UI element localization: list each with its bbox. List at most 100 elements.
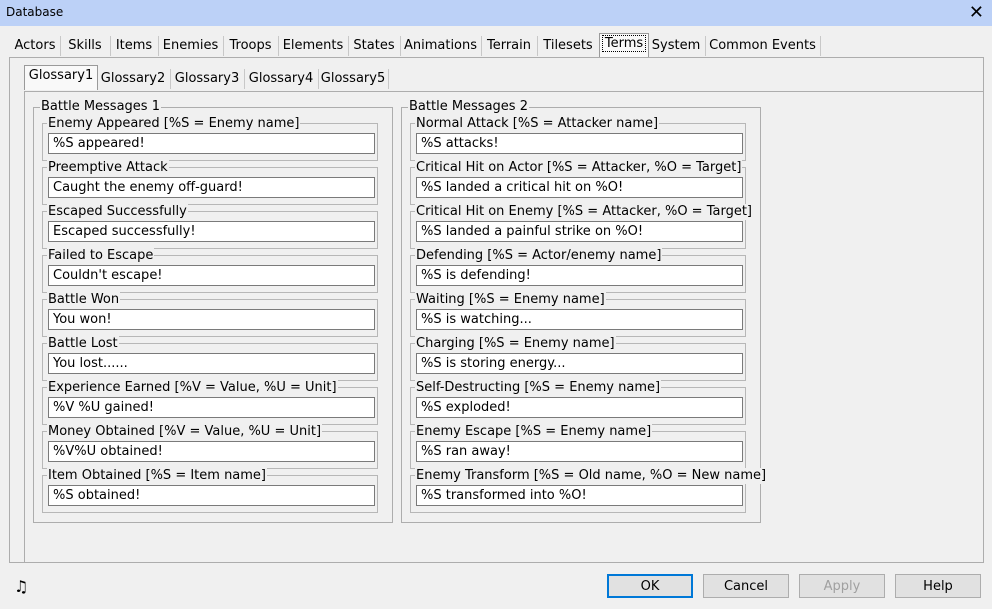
message-field: Money Obtained [%V = Value, %U = Unit] [42, 424, 378, 469]
message-field: Waiting [%S = Enemy name] [410, 292, 746, 337]
message-input[interactable] [48, 221, 375, 242]
tab-glossary5[interactable]: Glossary5 [318, 69, 389, 89]
tab-items[interactable]: Items [110, 36, 159, 56]
tab-label: Animations [403, 38, 478, 53]
tab-label: Glossary3 [174, 71, 240, 86]
field-label: Battle Won [47, 292, 121, 308]
tab-label: Skills [68, 38, 102, 53]
field-label: Failed to Escape [47, 248, 155, 264]
tab-label: Tilesets [543, 38, 593, 53]
message-input[interactable] [416, 221, 743, 242]
group-title: Battle Messages 2 [408, 99, 529, 115]
message-field: Critical Hit on Actor [%S = Attacker, %O… [410, 160, 746, 205]
battle-messages-1-group: Battle Messages 1 Enemy Appeared [%S = E… [33, 99, 393, 523]
message-input[interactable] [48, 133, 375, 154]
field-label: Self-Destructing [%S = Enemy name] [415, 380, 662, 396]
message-field: Enemy Appeared [%S = Enemy name] [42, 116, 378, 161]
message-input[interactable] [416, 265, 743, 286]
tab-label: Enemies [162, 38, 219, 53]
field-label: Item Obtained [%S = Item name] [47, 468, 268, 484]
battle-messages-2-group: Battle Messages 2 Normal Attack [%S = At… [401, 99, 768, 523]
music-note-icon[interactable]: ♫ [14, 577, 28, 596]
tab-glossary4[interactable]: Glossary4 [244, 69, 319, 89]
tab-troops[interactable]: Troops [223, 36, 279, 56]
tab-label: Terrain [486, 38, 531, 53]
tab-label: Troops [229, 38, 272, 53]
field-label: Critical Hit on Actor [%S = Attacker, %O… [415, 160, 743, 176]
close-icon[interactable]: ✕ [969, 2, 984, 23]
field-label: Battle Lost [47, 336, 119, 352]
field-label: Escaped Successfully [47, 204, 188, 220]
tab-terrain[interactable]: Terrain [481, 36, 538, 56]
message-input[interactable] [48, 397, 375, 418]
field-label: Experience Earned [%V = Value, %U = Unit… [47, 380, 338, 396]
tab-terms[interactable]: Terms [599, 33, 649, 57]
message-input[interactable] [416, 441, 743, 462]
field-label: Charging [%S = Enemy name] [415, 336, 616, 352]
help-button[interactable]: Help [895, 574, 981, 598]
message-input[interactable] [416, 397, 743, 418]
message-input[interactable] [48, 441, 375, 462]
tab-label: Glossary4 [248, 71, 314, 86]
field-label: Enemy Transform [%S = Old name, %O = New… [415, 468, 768, 484]
apply-button[interactable]: Apply [799, 574, 885, 598]
message-input[interactable] [48, 353, 375, 374]
tab-animations[interactable]: Animations [400, 36, 482, 56]
tab-label: Terms [601, 35, 647, 52]
message-input[interactable] [416, 133, 743, 154]
message-input[interactable] [48, 309, 375, 330]
tab-states[interactable]: States [348, 36, 401, 56]
message-field: Enemy Transform [%S = Old name, %O = New… [410, 468, 768, 513]
field-label: Normal Attack [%S = Attacker name] [415, 116, 660, 132]
tab-common-events[interactable]: Common Events [705, 36, 821, 56]
glossary-panel: Battle Messages 1 Enemy Appeared [%S = E… [24, 91, 984, 562]
ok-button[interactable]: OK [607, 574, 693, 598]
terms-panel: Glossary1 Glossary2 Glossary3 Glossary4 Glos… [9, 57, 984, 563]
message-field: Preemptive Attack [42, 160, 378, 205]
field-label: Preemptive Attack [47, 160, 169, 176]
field-label: Critical Hit on Enemy [%S = Attacker, %O… [415, 204, 753, 220]
message-field: Battle Lost [42, 336, 378, 381]
message-input[interactable] [416, 177, 743, 198]
message-field: Self-Destructing [%S = Enemy name] [410, 380, 746, 425]
tab-label: Glossary5 [320, 71, 386, 86]
cancel-button[interactable]: Cancel [703, 574, 789, 598]
message-field: Normal Attack [%S = Attacker name] [410, 116, 746, 161]
message-field: Escaped Successfully [42, 204, 378, 249]
tab-system[interactable]: System [647, 36, 706, 56]
message-field: Item Obtained [%S = Item name] [42, 468, 378, 513]
message-field: Experience Earned [%V = Value, %U = Unit… [42, 380, 378, 425]
message-field: Charging [%S = Enemy name] [410, 336, 746, 381]
message-field: Defending [%S = Actor/enemy name] [410, 248, 746, 293]
title-bar: Database ✕ [0, 0, 992, 26]
tab-label: Common Events [709, 38, 816, 53]
tab-label: Actors [14, 38, 56, 53]
group-title: Battle Messages 1 [40, 99, 161, 115]
message-input[interactable] [48, 265, 375, 286]
tab-skills[interactable]: Skills [60, 36, 111, 56]
field-label: Enemy Appeared [%S = Enemy name] [47, 116, 301, 132]
tab-label: Glossary2 [100, 71, 166, 86]
tab-glossary1[interactable]: Glossary1 [24, 65, 98, 90]
tab-label: Items [115, 38, 153, 53]
tab-actors[interactable]: Actors [10, 36, 61, 56]
message-field: Failed to Escape [42, 248, 378, 293]
tab-elements[interactable]: Elements [278, 36, 349, 56]
tab-glossary2[interactable]: Glossary2 [96, 69, 171, 89]
message-input[interactable] [48, 485, 375, 506]
message-field: Enemy Escape [%S = Enemy name] [410, 424, 746, 469]
message-field: Battle Won [42, 292, 378, 337]
tab-label: System [651, 38, 701, 53]
field-label: Enemy Escape [%S = Enemy name] [415, 424, 653, 440]
message-input[interactable] [416, 309, 743, 330]
tab-tilesets[interactable]: Tilesets [537, 36, 600, 56]
tab-enemies[interactable]: Enemies [158, 36, 224, 56]
message-input[interactable] [48, 177, 375, 198]
tab-glossary3[interactable]: Glossary3 [170, 69, 245, 89]
tab-label: Elements [282, 38, 344, 53]
message-input[interactable] [416, 353, 743, 374]
message-input[interactable] [416, 485, 743, 506]
field-label: Waiting [%S = Enemy name] [415, 292, 606, 308]
message-field: Critical Hit on Enemy [%S = Attacker, %O… [410, 204, 753, 249]
field-label: Money Obtained [%V = Value, %U = Unit] [47, 424, 323, 440]
